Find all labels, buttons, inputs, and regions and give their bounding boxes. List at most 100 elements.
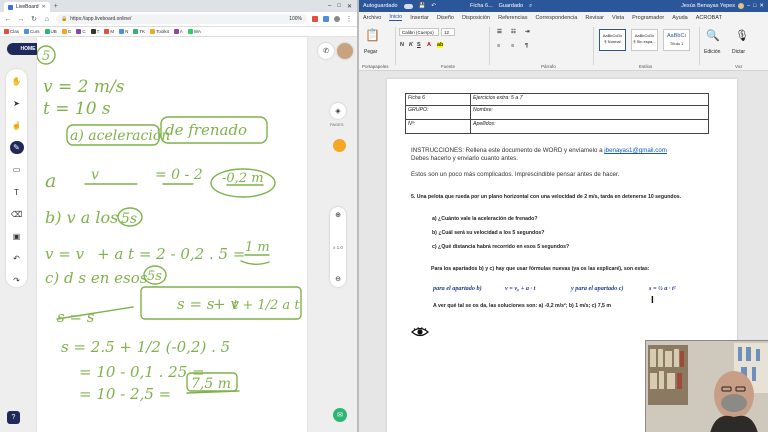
ribbon-tab-referencias[interactable]: Referencias: [498, 15, 527, 21]
bold-button[interactable]: N: [400, 42, 404, 48]
align-center-icon[interactable]: ≡: [511, 43, 514, 49]
record-icon[interactable]: [333, 139, 346, 152]
eraser-icon[interactable]: ⌫: [10, 208, 24, 221]
minimize-icon[interactable]: –: [747, 3, 750, 9]
font-color-button[interactable]: A: [427, 42, 431, 48]
undo-icon[interactable]: ↶: [10, 252, 24, 265]
ribbon-tab-archivo[interactable]: Archivo: [363, 15, 381, 21]
extension-icon[interactable]: [323, 16, 329, 22]
reload-icon[interactable]: ↻: [30, 15, 38, 23]
bookmark-item[interactable]: WA: [187, 29, 201, 34]
ribbon-tab-revisar[interactable]: Revisar: [585, 15, 604, 21]
home-icon[interactable]: ⌂: [43, 16, 51, 23]
dictate-button[interactable]: Dictar: [732, 49, 745, 55]
text-icon[interactable]: T: [10, 185, 24, 198]
ribbon-tab-vista[interactable]: Vista: [612, 15, 624, 21]
avatar[interactable]: [337, 43, 353, 59]
bookmark-item[interactable]: A: [173, 29, 183, 34]
bookmark-item[interactable]: C: [76, 29, 86, 34]
rectangle-icon[interactable]: ▭: [10, 163, 24, 176]
table-cell[interactable]: GRUPO:: [405, 105, 471, 120]
bookmark-label: N: [125, 29, 129, 34]
bookmark-item[interactable]: UB: [44, 29, 57, 34]
undo-icon[interactable]: ↶: [431, 3, 436, 9]
extension-icon[interactable]: [312, 16, 318, 22]
new-tab-icon[interactable]: +: [54, 3, 58, 10]
bookmark-item[interactable]: G: [61, 29, 71, 34]
microphone-icon[interactable]: 🎙: [735, 29, 749, 42]
bookmark-item[interactable]: Curs: [24, 29, 40, 34]
table-cell[interactable]: Ejercicios extra: 5 a 7: [470, 93, 709, 106]
ribbon-tab-insertar[interactable]: Insertar: [410, 15, 429, 21]
zoom-in-icon[interactable]: ⊕: [335, 211, 341, 219]
ribbon-tab-disposición[interactable]: Disposición: [462, 15, 490, 21]
style-no-spacing[interactable]: AaBbCcDc ¶ Sin espa...: [631, 29, 658, 51]
help-icon[interactable]: ?: [7, 411, 20, 424]
bullets-icon[interactable]: ☰: [497, 29, 502, 35]
webcam-video: [645, 340, 768, 432]
pen-icon[interactable]: ✎: [9, 141, 24, 155]
font-name-select[interactable]: Calibri (Cuerpo): [399, 28, 439, 36]
back-icon[interactable]: ←: [4, 16, 12, 23]
ribbon-tab-programador[interactable]: Programador: [632, 15, 664, 21]
ribbon-tab-diseño[interactable]: Diseño: [437, 15, 454, 21]
underline-button[interactable]: S: [417, 42, 421, 48]
close-window-icon[interactable]: ✕: [347, 3, 352, 10]
maximize-icon[interactable]: □: [337, 3, 341, 10]
pilcrow-icon[interactable]: ¶: [525, 43, 528, 49]
bookmark-item[interactable]: T: [90, 29, 99, 34]
zoom-indicator[interactable]: 100%: [289, 16, 302, 22]
highlight-button[interactable]: ab: [437, 42, 444, 48]
bookmark-item[interactable]: M: [104, 29, 114, 34]
image-icon[interactable]: ▣: [10, 230, 24, 243]
style-heading-1[interactable]: AaBbCı Título 1: [663, 29, 690, 51]
minimize-icon[interactable]: –: [328, 3, 331, 10]
paste-icon[interactable]: 📋: [365, 28, 380, 42]
close-tab-icon[interactable]: ✕: [42, 4, 46, 10]
table-cell[interactable]: Ficha 6: [405, 93, 471, 106]
autosave-toggle[interactable]: [403, 3, 413, 9]
email-link[interactable]: jbenayas1@gmail.com: [604, 147, 667, 154]
maximize-icon[interactable]: □: [753, 3, 756, 9]
layers-icon[interactable]: ◈: [330, 103, 346, 119]
font-size-select[interactable]: 12: [441, 28, 455, 36]
bookmark-favicon-icon: [76, 29, 82, 34]
italic-button[interactable]: K: [409, 42, 413, 48]
bookmark-item[interactable]: TK: [133, 29, 145, 34]
phone-icon[interactable]: ✆: [318, 43, 334, 59]
save-icon[interactable]: 💾: [419, 3, 426, 9]
ribbon-tab-acrobat[interactable]: ACROBAT: [696, 15, 722, 21]
table-cell[interactable]: Apellidos:: [470, 119, 709, 134]
bookmark-item[interactable]: N: [119, 29, 128, 34]
pointer-icon[interactable]: ➤: [10, 97, 24, 110]
browser-tab[interactable]: LiveBoard ✕: [4, 2, 50, 12]
bookmark-item[interactable]: Toolkit: [150, 29, 169, 34]
user-account[interactable]: Jesús Benayas Yepes – □ ✕: [681, 3, 764, 9]
forward-icon[interactable]: →: [17, 16, 25, 23]
click-icon[interactable]: ☝: [10, 119, 24, 132]
table-cell[interactable]: Nº:: [405, 119, 471, 134]
zoom-panel: ⊕ x 1.0 ⊖: [330, 207, 346, 287]
hand-icon[interactable]: ✋: [10, 75, 24, 88]
table-cell[interactable]: Nombre:: [470, 105, 709, 120]
menu-icon[interactable]: ⋮: [345, 15, 353, 23]
close-window-icon[interactable]: ✕: [759, 3, 764, 9]
indent-icon[interactable]: ⇥: [525, 29, 530, 35]
ribbon-tab-correspondencia[interactable]: Correspondencia: [535, 15, 577, 21]
ribbon-tab-ayuda[interactable]: Ayuda: [672, 15, 688, 21]
whiteboard-page[interactable]: 5 v = 2 m/s t = 10 s a) aceleración de f…: [37, 37, 307, 432]
ribbon-tab-inicio[interactable]: Inicio: [389, 14, 403, 21]
edit-button[interactable]: Edición: [704, 49, 720, 55]
profile-icon[interactable]: [334, 16, 340, 22]
chat-icon[interactable]: ✉: [333, 408, 347, 422]
address-bar[interactable]: 🔒 https://app.liveboard.online/ 100%: [56, 14, 307, 24]
align-left-icon[interactable]: ≡: [497, 43, 500, 49]
redo-icon[interactable]: ↷: [10, 274, 24, 287]
numbering-icon[interactable]: ☷: [511, 29, 516, 35]
paste-button[interactable]: Pegar: [364, 49, 377, 55]
find-icon[interactable]: 🔍: [706, 29, 720, 42]
bookmark-item[interactable]: Clas: [4, 29, 19, 34]
search-icon[interactable]: ⌕: [529, 3, 532, 10]
zoom-out-icon[interactable]: ⊖: [335, 275, 341, 283]
style-normal[interactable]: AaBbCcDc ¶ Normal: [599, 29, 626, 51]
